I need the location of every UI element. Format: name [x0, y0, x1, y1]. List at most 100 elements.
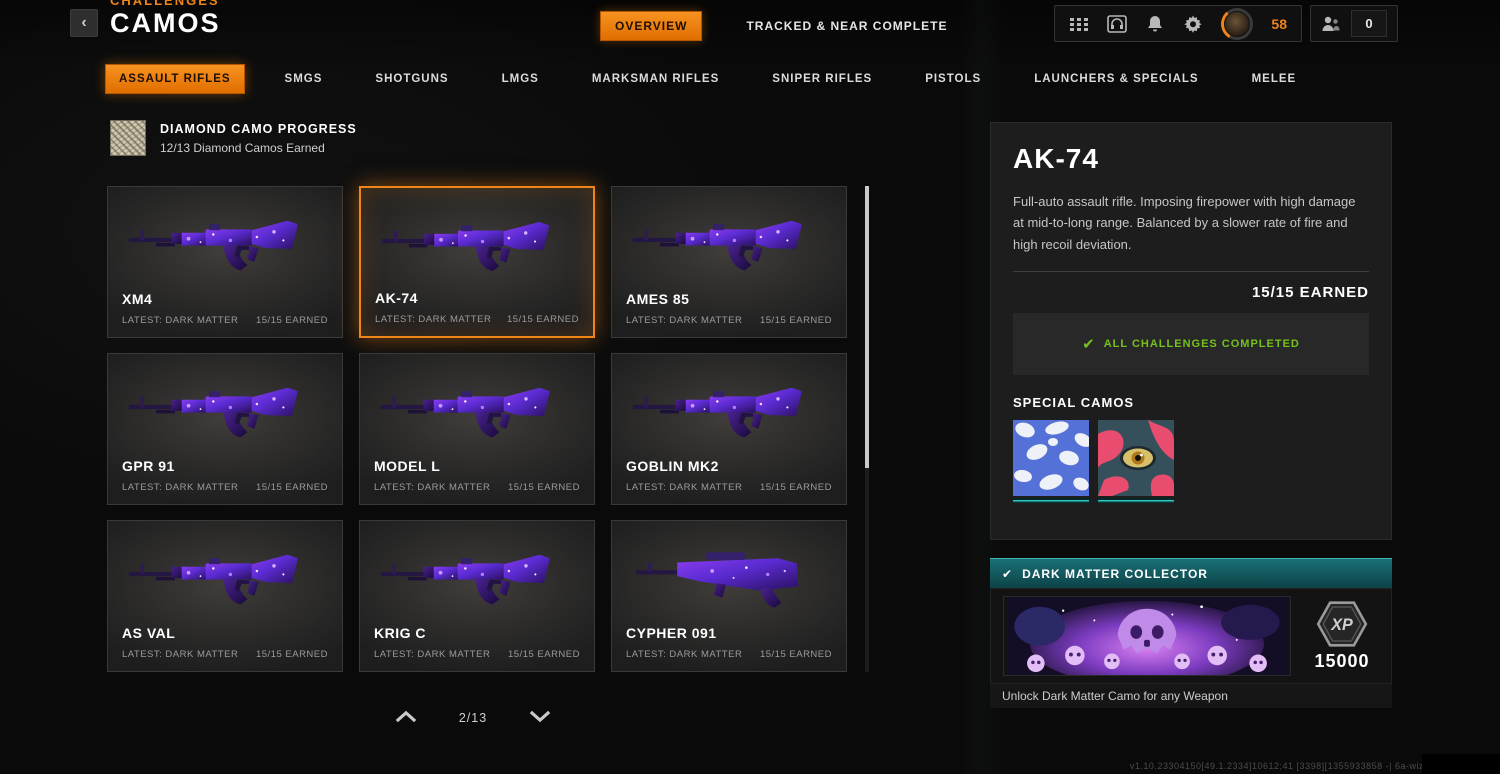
xp-reward-value: 15000 — [1314, 650, 1370, 671]
weapon-latest-camo: LATEST: DARK MATTER — [626, 315, 743, 326]
weapon-card-goblin-mk2[interactable]: GOBLIN MK2 LATEST: DARK MATTER 15/15 EARN… — [611, 353, 847, 505]
detail-weapon-title: AK-74 — [1013, 143, 1099, 174]
page-title: CAMOS — [110, 8, 221, 38]
special-camo-demon-eye-thumbnail[interactable] — [1098, 420, 1174, 504]
social-cluster[interactable]: 0 — [1310, 5, 1398, 42]
weapon-name: KRIG C — [374, 625, 426, 641]
friends-icon — [1322, 16, 1340, 31]
weapon-category-tabs: ASSAULT RIFLES SMGS SHOTGUNS LMGS MARKSM… — [105, 64, 1309, 94]
weapon-earned-count: 15/15 EARNED — [255, 482, 328, 493]
tab-smgs[interactable]: SMGS — [272, 65, 336, 93]
weapon-image — [127, 366, 324, 454]
weapon-card-cypher-091[interactable]: CYPHER 091 LATEST: DARK MATTER 15/15 EARN… — [611, 520, 847, 672]
weapon-latest-camo: LATEST: DARK MATTER — [122, 482, 239, 493]
menu-grid-icon[interactable] — [1069, 14, 1089, 34]
camo-progress-bar — [1013, 498, 1089, 504]
tab-shotguns[interactable]: SHOTGUNS — [362, 65, 461, 93]
weapon-earned-count: 15/15 EARNED — [759, 649, 832, 660]
weapon-earned-count: 15/15 EARNED — [759, 482, 832, 493]
view-tabs: OVERVIEW TRACKED & NEAR COMPLETE — [600, 11, 961, 41]
tab-tracked-near-complete[interactable]: TRACKED & NEAR COMPLETE — [732, 12, 961, 40]
corner-block — [1422, 754, 1500, 774]
tab-assault-rifles[interactable]: ASSAULT RIFLES — [105, 64, 245, 94]
voice-chat-icon[interactable] — [1107, 14, 1128, 34]
weapon-name: GPR 91 — [122, 458, 175, 474]
page-down-button[interactable] — [527, 708, 553, 728]
tab-pistols[interactable]: PISTOLS — [912, 65, 994, 93]
tab-melee[interactable]: MELEE — [1239, 65, 1310, 93]
grid-scrollbar-thumb[interactable] — [865, 186, 869, 468]
weapon-name: AS VAL — [122, 625, 176, 641]
dark-matter-collector-body: XP 15000 — [990, 588, 1392, 684]
weapon-latest-camo: LATEST: DARK MATTER — [626, 482, 743, 493]
build-version-text: v1.10.23304150[49.1.2334]10612;41 [3398]… — [1129, 761, 1444, 771]
check-icon: ✔ — [1002, 566, 1013, 581]
weapon-latest-camo: LATEST: DARK MATTER — [122, 315, 239, 326]
weapon-card-ames-85[interactable]: AMES 85 LATEST: DARK MATTER 15/15 EARNED — [611, 186, 847, 338]
weapon-earned-count: 15/15 EARNED — [255, 649, 328, 660]
system-icon-cluster: 58 — [1054, 5, 1302, 42]
weapon-card-krig-c[interactable]: KRIG C LATEST: DARK MATTER 15/15 EARNED — [359, 520, 595, 672]
progress-subtitle: 12/13 Diamond Camos Earned — [160, 140, 325, 155]
weapon-card-as-val[interactable]: AS VAL LATEST: DARK MATTER 15/15 EARNED — [107, 520, 343, 672]
diamond-camo-progress: DIAMOND CAMO PROGRESS 12/13 Diamond Camo… — [110, 120, 357, 156]
page-indicator: 2/13 — [458, 711, 488, 725]
collector-description: Unlock Dark Matter Camo for any Weapon — [990, 684, 1392, 708]
chevron-up-icon — [395, 710, 417, 723]
weapon-detail-panel: AK-74 Full-auto assault rifle. Imposing … — [990, 122, 1392, 540]
xp-reward-icon: XP — [1316, 600, 1368, 647]
weapon-name: XM4 — [122, 291, 153, 307]
tab-marksman-rifles[interactable]: MARKSMAN RIFLES — [579, 65, 732, 93]
weapon-image — [127, 533, 324, 621]
weapon-latest-camo: LATEST: DARK MATTER — [374, 482, 491, 493]
check-icon: ✔ — [1082, 336, 1095, 354]
blue-blob-camo-image — [1013, 420, 1089, 497]
dark-matter-collector-header[interactable]: ✔ DARK MATTER COLLECTOR — [990, 558, 1392, 588]
pagination: 2/13 — [393, 705, 553, 731]
party-count: 0 — [1351, 10, 1387, 37]
weapon-name: GOBLIN MK2 — [626, 458, 719, 474]
weapon-latest-camo: LATEST: DARK MATTER — [375, 314, 492, 325]
weapon-image — [631, 366, 828, 454]
weapon-latest-camo: LATEST: DARK MATTER — [122, 649, 239, 660]
weapon-latest-camo: LATEST: DARK MATTER — [626, 649, 743, 660]
page-eyebrow: CHALLENGES — [110, 0, 220, 8]
settings-gear-icon[interactable] — [1183, 14, 1203, 34]
weapon-card-gpr-91[interactable]: GPR 91 LATEST: DARK MATTER 15/15 EARNED — [107, 353, 343, 505]
special-camos-title: SPECIAL CAMOS — [1013, 395, 1135, 411]
challenges-completed-banner: ✔ ALL CHALLENGES COMPLETED — [1013, 313, 1369, 376]
special-camo-blue-blob-thumbnail[interactable] — [1013, 420, 1089, 504]
weapon-card-xm4[interactable]: XM4 LATEST: DARK MATTER 15/15 EARNED — [107, 186, 343, 338]
collector-title: DARK MATTER COLLECTOR — [1022, 566, 1208, 581]
tab-overview[interactable]: OVERVIEW — [600, 11, 703, 41]
camo-progress-bar — [1098, 498, 1174, 504]
weapon-earned-count: 15/15 EARNED — [255, 315, 328, 326]
challenges-completed-label: ALL CHALLENGES COMPLETED — [1103, 338, 1300, 351]
notifications-bell-icon[interactable] — [1145, 14, 1165, 34]
svg-text:XP: XP — [1330, 615, 1353, 633]
weapon-image — [631, 533, 828, 621]
player-avatar[interactable] — [1221, 7, 1254, 40]
page-up-button[interactable] — [393, 708, 419, 728]
weapon-image — [380, 200, 575, 288]
tab-launchers-specials[interactable]: LAUNCHERS & SPECIALS — [1021, 65, 1211, 93]
demon-eye-camo-image — [1098, 420, 1174, 497]
weapon-name: CYPHER 091 — [626, 625, 717, 641]
top-right-toolbar: 58 0 — [1054, 5, 1398, 42]
weapon-image — [379, 533, 576, 621]
tab-lmgs[interactable]: LMGS — [489, 65, 552, 93]
weapon-earned-count: 15/15 EARNED — [506, 314, 579, 325]
page-header: CHALLENGES CAMOS — [110, 0, 221, 39]
detail-earned-count: 15/15 EARNED — [1251, 284, 1369, 302]
grid-scrollbar — [865, 186, 869, 672]
weapon-card-model-l[interactable]: MODEL L LATEST: DARK MATTER 15/15 EARNED — [359, 353, 595, 505]
tab-sniper-rifles[interactable]: SNIPER RIFLES — [759, 65, 885, 93]
avatar-image — [1224, 10, 1251, 37]
weapon-image — [631, 199, 828, 287]
progress-title: DIAMOND CAMO PROGRESS — [160, 121, 357, 136]
weapon-card-ak-74[interactable]: AK-74 LATEST: DARK MATTER 15/15 EARNED — [359, 186, 595, 338]
dark-matter-camo-art — [1003, 596, 1291, 676]
weapon-earned-count: 15/15 EARNED — [759, 315, 832, 326]
back-button[interactable]: ‹ — [70, 9, 98, 37]
diamond-camo-swatch-icon — [110, 120, 146, 156]
